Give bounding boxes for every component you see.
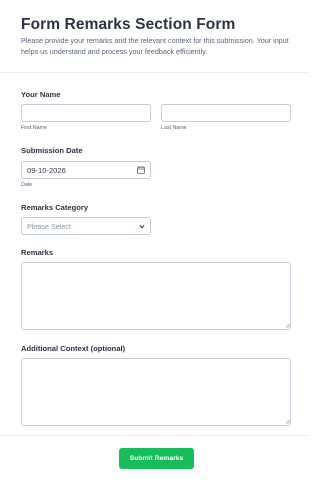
remarks-textarea[interactable] (21, 262, 291, 330)
form-description: Please provide your remarks and the rele… (21, 36, 289, 56)
form-title: Form Remarks Section Form (21, 16, 236, 33)
submission-date-label: Submission Date (21, 146, 83, 155)
remarks-category-select[interactable]: Please Select (21, 217, 151, 235)
submit-remarks-button[interactable]: Submit Remarks (119, 448, 194, 469)
date-sublabel: Date (21, 182, 33, 188)
form-page: Form Remarks Section Form Please provide… (0, 0, 310, 485)
remarks-label: Remarks (21, 248, 54, 257)
first-name-sublabel: First Name (21, 125, 47, 131)
submission-date-value: 09-10-2026 (27, 165, 66, 175)
resize-grip-icon[interactable] (285, 323, 290, 328)
resize-grip-icon[interactable] (285, 419, 290, 424)
submission-date-input[interactable]: 09-10-2026 (21, 161, 151, 179)
first-name-input[interactable] (21, 104, 151, 122)
additional-context-label: Additional Context (optional) (21, 344, 126, 353)
remarks-category-label: Remarks Category (21, 203, 89, 212)
chevron-down-icon (139, 224, 145, 229)
last-name-input[interactable] (161, 104, 291, 122)
footer-divider (0, 435, 310, 436)
calendar-icon[interactable] (137, 166, 145, 174)
remarks-category-selected: Please Select (27, 221, 71, 231)
your-name-label: Your Name (21, 90, 61, 99)
last-name-sublabel: Last Name (161, 125, 187, 131)
form-header: Form Remarks Section Form Please provide… (0, 0, 310, 73)
additional-context-textarea[interactable] (21, 358, 291, 426)
